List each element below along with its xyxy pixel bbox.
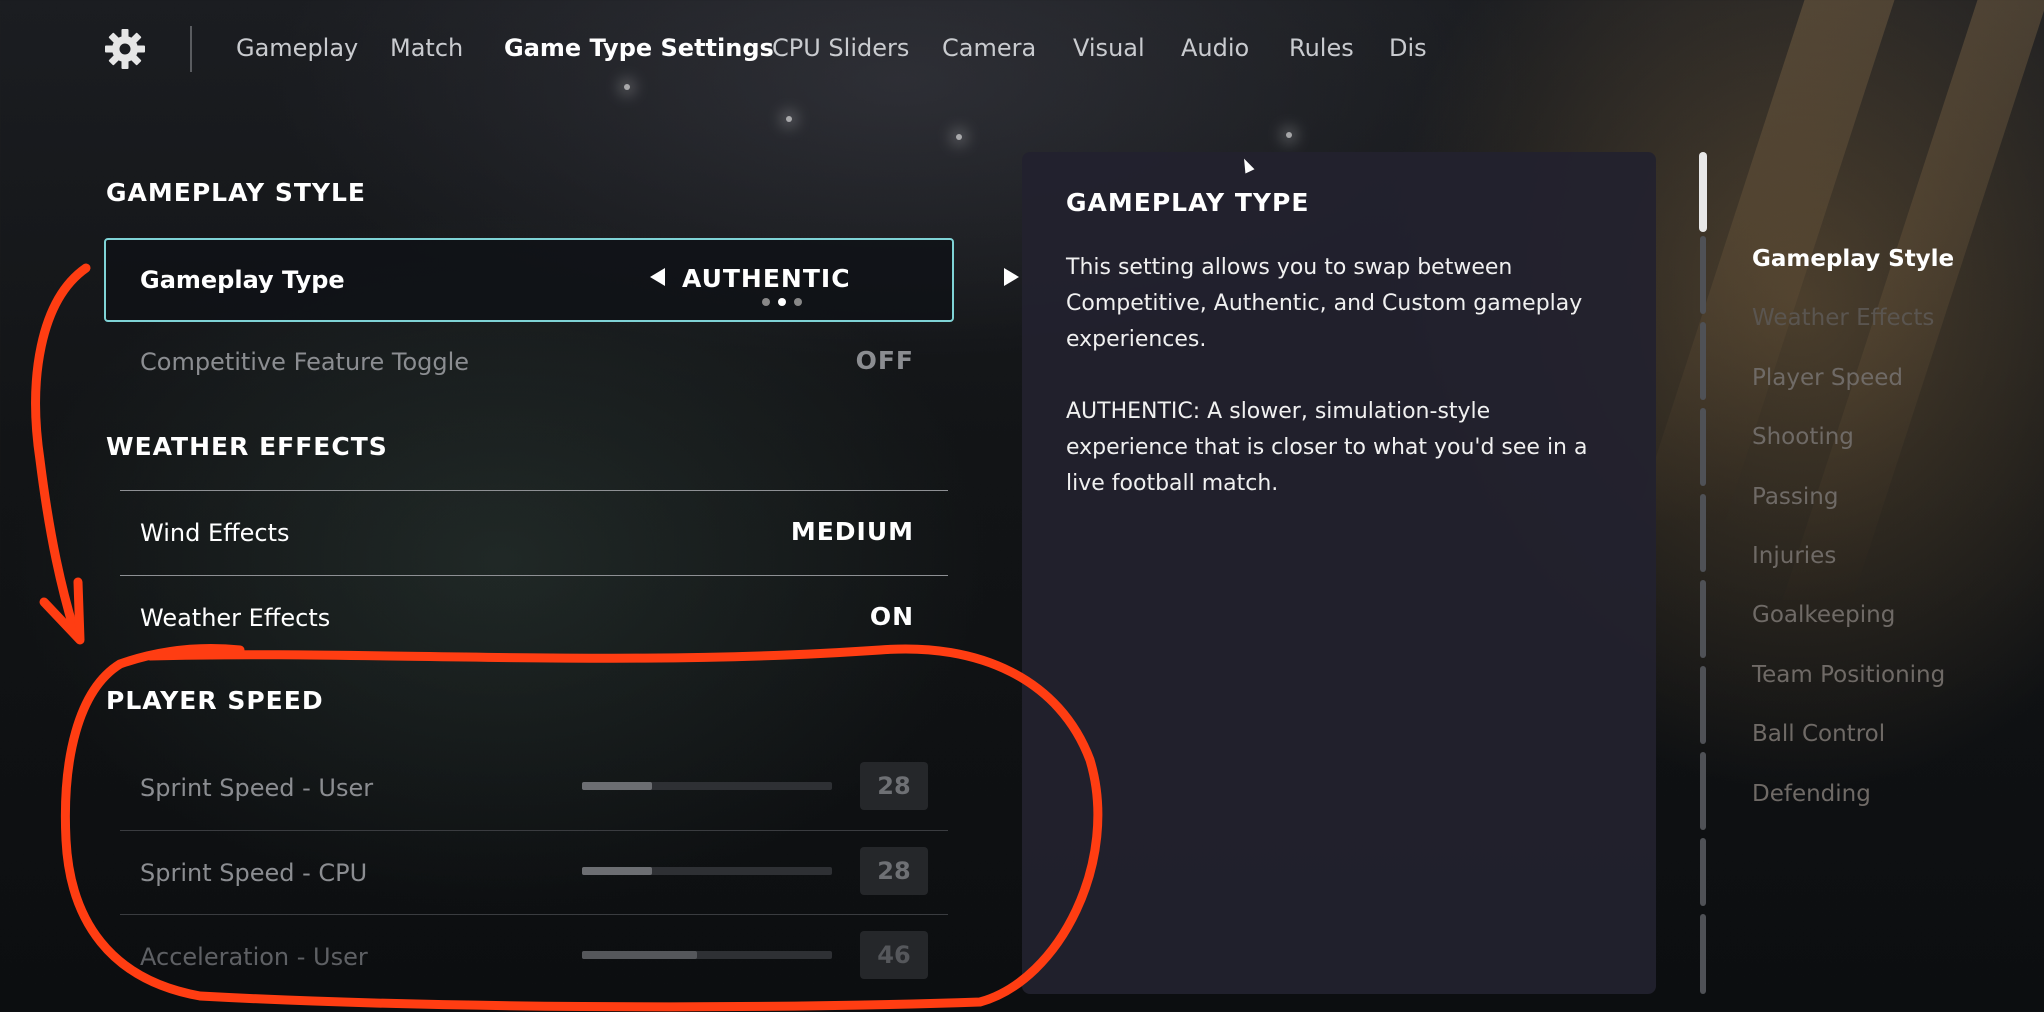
red-annotation-overlay xyxy=(31,263,1103,1012)
annotation-arrow-stroke xyxy=(31,263,91,635)
annotation-circle xyxy=(60,644,1103,1012)
